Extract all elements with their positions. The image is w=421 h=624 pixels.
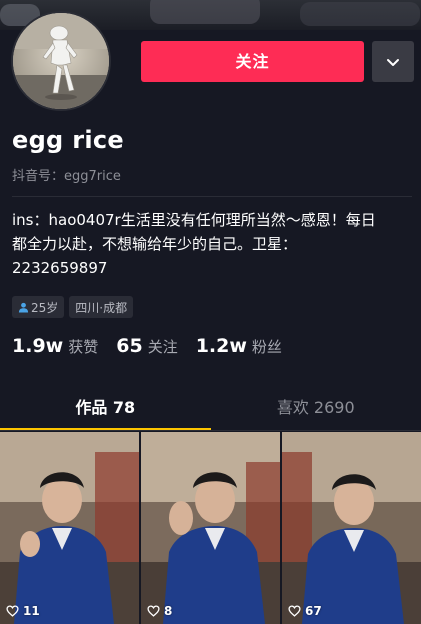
content-tabs: 作品 78 喜欢 2690 — [0, 388, 421, 431]
video-thumbnail[interactable]: 67 — [282, 432, 421, 624]
tab-likes[interactable]: 喜欢 2690 — [211, 388, 421, 431]
likes-count: 11 — [23, 604, 40, 618]
heart-outline-icon — [288, 605, 301, 617]
heart-outline-icon — [147, 605, 160, 617]
stat-number: 1.9w — [12, 335, 64, 357]
stat-label: 关注 — [147, 338, 178, 356]
follow-button[interactable]: 关注 — [141, 41, 364, 82]
profile-tags: 25岁 四川·成都 — [12, 296, 134, 318]
video-thumbnail[interactable]: 8 — [141, 432, 280, 624]
video-likes: 11 — [6, 604, 40, 618]
bio-line: 2232659897 — [12, 259, 108, 277]
location-label: 四川·成都 — [75, 300, 128, 315]
tab-label: 喜欢 2690 — [276, 398, 355, 417]
video-preview-image — [141, 432, 280, 624]
stat-followers[interactable]: 1.2w 粉丝 — [196, 335, 282, 357]
bio-line: 都全力以赴，不想输给年少的自己。卫星： — [12, 235, 298, 253]
avatar[interactable] — [11, 11, 111, 111]
bio-line: ins：hao0407r生活里没有任何理所当然～感恩！每日 — [12, 211, 376, 229]
likes-count: 67 — [305, 604, 322, 618]
video-preview-image — [282, 432, 421, 624]
more-options-button[interactable] — [372, 41, 414, 82]
douyin-id: 抖音号：egg7rice — [12, 169, 121, 184]
profile-stats: 1.9w 获赞 65 关注 1.2w 粉丝 — [12, 335, 300, 357]
stat-number: 1.2w — [195, 335, 247, 357]
location-tag: 四川·成都 — [69, 296, 134, 318]
age-tag: 25岁 — [12, 296, 65, 318]
tab-label: 作品 78 — [75, 398, 136, 417]
video-likes: 8 — [147, 604, 172, 618]
tab-works[interactable]: 作品 78 — [0, 388, 211, 431]
likes-count: 8 — [164, 604, 173, 618]
person-icon — [18, 302, 29, 313]
chevron-down-icon — [387, 58, 399, 66]
stat-likes: 1.9w 获赞 — [12, 335, 98, 357]
video-thumbnail[interactable]: 11 — [0, 432, 139, 624]
age-label: 25岁 — [31, 300, 59, 315]
video-preview-image — [0, 432, 139, 624]
stat-number: 65 — [116, 335, 143, 357]
stat-label: 粉丝 — [251, 338, 282, 356]
video-grid: 11 8 67 — [0, 432, 421, 624]
tabs-divider — [0, 430, 421, 431]
stat-label: 获赞 — [68, 338, 99, 356]
heart-outline-icon — [6, 605, 19, 617]
profile-bio: ins：hao0407r生活里没有任何理所当然～感恩！每日 都全力以赴，不想输给… — [12, 208, 416, 280]
profile-nickname: egg rice — [12, 126, 124, 154]
video-likes: 67 — [288, 604, 322, 618]
stat-following[interactable]: 65 关注 — [116, 335, 177, 357]
avatar-image — [13, 13, 109, 109]
section-divider — [12, 196, 412, 197]
